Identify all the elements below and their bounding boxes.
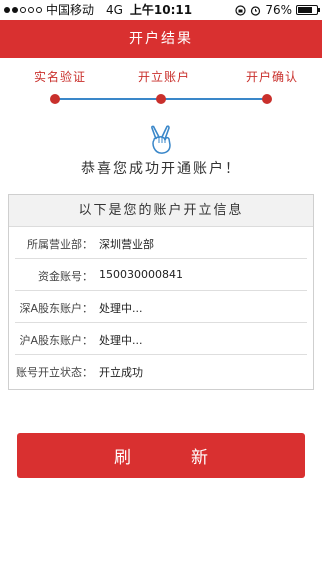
- page-title: 开户结果: [129, 31, 193, 47]
- congrats-message: 恭喜您成功开通账户！: [81, 161, 241, 177]
- info-card-title: 以下是您的账户开立信息: [9, 195, 313, 227]
- battery-icon: [296, 5, 320, 15]
- progress-steps: 实名验证 开立账户 开户确认: [0, 58, 322, 118]
- step-dot-confirm: [262, 94, 272, 104]
- shenzhen-a-label: 深A股东账户：: [19, 302, 93, 315]
- info-row-shenzhen-a: 深A股东账户： 处理中...: [9, 291, 313, 323]
- account-info-card: 以下是您的账户开立信息 所属营业部： 深圳营业部 资金账号： 150030000…: [8, 194, 314, 390]
- step-dot-verify: [50, 94, 60, 104]
- shanghai-a-value: 处理中...: [99, 334, 143, 347]
- step-label-open: 开立账户: [138, 70, 191, 84]
- account-status-label: 账号开立状态：: [16, 366, 93, 379]
- step-label-confirm: 开户确认: [246, 70, 299, 84]
- status-bar: 中国移动 4G 上午10:11 76%: [0, 0, 322, 20]
- battery-percent: 76%: [265, 3, 292, 17]
- info-row-fund-account: 资金账号： 150030000841: [9, 259, 313, 291]
- info-row-branch: 所属营业部： 深圳营业部: [9, 227, 313, 259]
- shenzhen-a-value: 处理中...: [99, 302, 143, 315]
- fund-account-label: 资金账号：: [38, 270, 93, 283]
- step-dot-open: [156, 94, 166, 104]
- alarm-icon: [251, 5, 261, 16]
- shanghai-a-label: 沪A股东账户：: [19, 334, 93, 347]
- victory-hand-icon: [151, 125, 171, 154]
- fund-account-value: 150030000841: [99, 268, 183, 281]
- branch-label: 所属营业部：: [27, 238, 93, 251]
- nav-bar: 开户结果: [0, 20, 322, 58]
- refresh-button[interactable]: 刷新: [17, 433, 305, 478]
- info-row-shanghai-a: 沪A股东账户： 处理中...: [9, 323, 313, 355]
- info-row-status: 账号开立状态： 开立成功: [9, 355, 313, 387]
- account-status-value: 开立成功: [99, 366, 143, 379]
- orientation-lock-icon: [235, 4, 246, 16]
- branch-value: 深圳营业部: [99, 238, 154, 251]
- step-label-verify: 实名验证: [34, 70, 87, 84]
